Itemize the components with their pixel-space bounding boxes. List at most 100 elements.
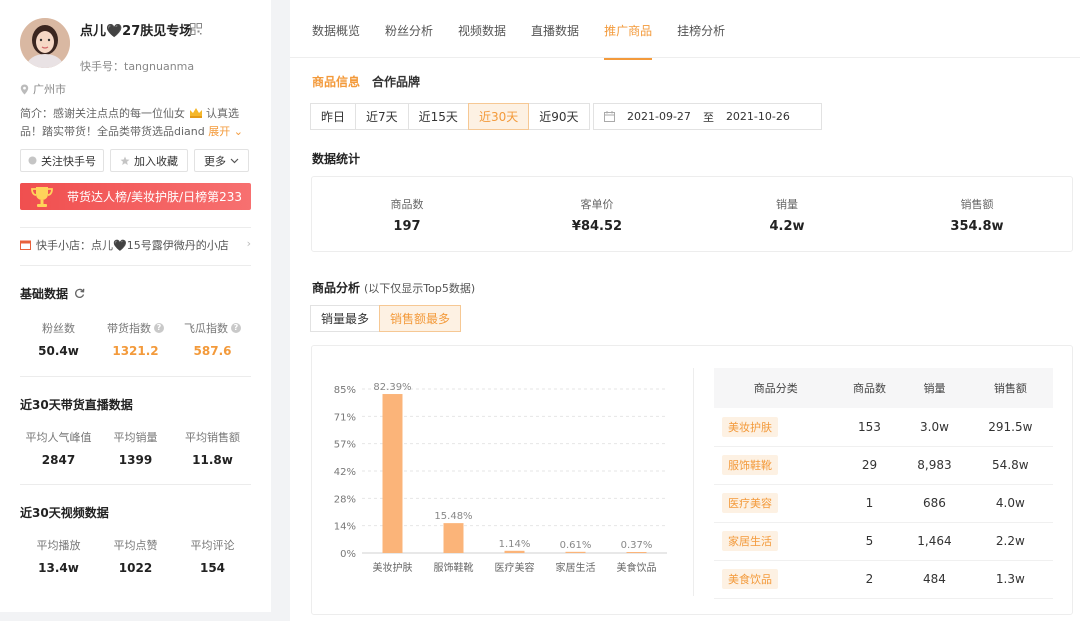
summary-product-count: 商品数 197 bbox=[390, 198, 424, 234]
bar bbox=[504, 550, 525, 553]
rank-banner-text: 带货达人榜/美妆护肤/日榜第233 bbox=[67, 190, 242, 204]
tab-videos[interactable]: 视频数据 bbox=[458, 22, 506, 39]
chevron-right-icon: › bbox=[246, 237, 251, 250]
x-tick-label: 服饰鞋靴 bbox=[434, 561, 474, 574]
range-7d[interactable]: 近7天 bbox=[355, 103, 409, 130]
stat-avg-plays: 平均播放 13.4w bbox=[36, 539, 81, 575]
summary-avg-price: 客单价 ¥84.52 bbox=[571, 198, 623, 234]
cell-count: 29 bbox=[837, 446, 902, 485]
category-tag[interactable]: 美食饮品 bbox=[722, 569, 778, 589]
range-15d[interactable]: 近15天 bbox=[407, 103, 469, 130]
data-label: 82.39% bbox=[373, 382, 411, 393]
stat-avg-sales: 平均销量 1399 bbox=[113, 431, 158, 467]
category-bar-chart: 0% 14% 28% 42% 57% 71% 85% 82.39% 美妆护肤 15.48% 服饰鞋靴… bbox=[334, 382, 667, 574]
stat-fans: 粉丝数 50.4w bbox=[38, 322, 79, 358]
y-tick-label: 14% bbox=[334, 522, 356, 533]
main-panel: 数据概览 粉丝分析 视频数据 直播数据 推广商品 挂榜分析 商品信息 合作品牌 … bbox=[290, 0, 1080, 621]
shop-text: 快手小店：点儿🖤15号露伊微丹的小店 bbox=[36, 239, 229, 252]
range-90d[interactable]: 近90天 bbox=[528, 103, 590, 130]
cell-revenue: 4.0w bbox=[967, 484, 1053, 523]
category-tag[interactable]: 医疗美容 bbox=[722, 493, 778, 513]
sort-by-revenue[interactable]: 销售额最多 bbox=[379, 305, 462, 332]
shop-link[interactable]: 快手小店：点儿🖤15号露伊微丹的小店 › bbox=[20, 237, 251, 253]
category-tag[interactable]: 家居生活 bbox=[722, 531, 778, 551]
help-icon[interactable]: ? bbox=[154, 323, 164, 333]
table-row: 医疗美容 1 686 4.0w bbox=[714, 484, 1053, 523]
bar bbox=[443, 523, 464, 553]
cell-revenue: 1.3w bbox=[967, 560, 1053, 599]
category-tag[interactable]: 服饰鞋靴 bbox=[722, 455, 778, 475]
stat-feigua-index: 飞瓜指数? 587.6 bbox=[174, 320, 251, 358]
range-30d[interactable]: 近30天 bbox=[467, 103, 530, 130]
video-stats: 平均播放 13.4w 平均点赞 1022 平均评论 154 bbox=[20, 537, 251, 575]
avatar-image bbox=[20, 18, 70, 68]
col-header-sales: 销量 bbox=[901, 368, 968, 408]
summary-stats: 商品数 197 客单价 ¥84.52 销量 4.2w 销售额 354.8w bbox=[311, 176, 1073, 252]
sort-by-sales[interactable]: 销量最多 bbox=[310, 305, 381, 332]
subtab-brands[interactable]: 合作品牌 bbox=[372, 73, 420, 90]
basic-stats: 粉丝数 50.4w 带货指数? 1321.2 飞瓜指数? 587.6 bbox=[20, 320, 251, 358]
avatar[interactable] bbox=[20, 18, 70, 68]
date-separator: 至 bbox=[702, 110, 714, 124]
cell-revenue: 54.8w bbox=[967, 446, 1053, 485]
bar bbox=[565, 551, 586, 553]
location: 广州市 bbox=[20, 81, 66, 97]
star-icon bbox=[120, 156, 130, 165]
profile-panel: 点儿🖤27肤见专场 快手号：tangnuanma 广州市 简介：感谢关注点点的每… bbox=[0, 0, 271, 612]
table-row: 美食饮品 2 484 1.3w bbox=[714, 560, 1053, 599]
y-tick-label: 0% bbox=[340, 549, 356, 560]
data-label: 1.14% bbox=[499, 539, 531, 550]
chevron-down-icon: ⌄ bbox=[233, 125, 243, 138]
kuaishou-id: 快手号：tangnuanma bbox=[80, 60, 195, 73]
table-row: 美妆护肤 153 3.0w 291.5w bbox=[714, 408, 1053, 447]
cell-sales: 484 bbox=[901, 560, 968, 599]
y-tick-label: 71% bbox=[334, 412, 356, 423]
stat-avg-comments: 平均评论 154 bbox=[190, 539, 235, 575]
tab-rankings[interactable]: 挂榜分析 bbox=[677, 22, 725, 39]
bio: 简介：感谢关注点点的每一位仙女 认真选品！踏实带货！全品类带货选品diand 展… bbox=[20, 105, 255, 141]
more-button[interactable]: 更多 bbox=[194, 149, 249, 172]
col-header-revenue: 销售额 bbox=[967, 368, 1053, 408]
date-start: 2021-09-27 bbox=[627, 110, 691, 123]
range-yesterday[interactable]: 昨日 bbox=[310, 103, 357, 130]
category-tag[interactable]: 美妆护肤 bbox=[722, 416, 778, 437]
data-label: 0.61% bbox=[560, 540, 592, 551]
favorite-button[interactable]: 加入收藏 bbox=[110, 149, 188, 172]
category-table: 商品分类 商品数 销量 销售额 美妆护肤 153 3.0w 291.5w 服饰鞋… bbox=[714, 368, 1053, 599]
shop-icon bbox=[20, 240, 31, 250]
divider bbox=[20, 227, 251, 228]
main-tabs: 数据概览 粉丝分析 视频数据 直播数据 推广商品 挂榜分析 bbox=[312, 22, 725, 60]
divider bbox=[20, 265, 251, 266]
divider bbox=[693, 368, 694, 596]
stat-peak-viewers: 平均人气峰值 2847 bbox=[25, 431, 92, 467]
cell-sales: 3.0w bbox=[901, 408, 968, 447]
crown-emoji-icon bbox=[189, 108, 202, 118]
cell-revenue: 291.5w bbox=[967, 408, 1053, 447]
tab-overview[interactable]: 数据概览 bbox=[312, 22, 360, 39]
bar bbox=[626, 552, 647, 553]
tab-promoted-products[interactable]: 推广商品 bbox=[604, 22, 653, 60]
tab-fans[interactable]: 粉丝分析 bbox=[385, 22, 433, 39]
bio-expand-link[interactable]: 展开 ⌄ bbox=[208, 125, 243, 138]
table-header-row: 商品分类 商品数 销量 销售额 bbox=[714, 368, 1053, 408]
cell-revenue: 2.2w bbox=[967, 522, 1053, 561]
trophy-icon bbox=[31, 187, 53, 207]
tab-live[interactable]: 直播数据 bbox=[531, 22, 579, 39]
stats-title: 数据统计 bbox=[312, 152, 361, 166]
date-range-selector: 昨日 近7天 近15天 近30天 近90天 bbox=[310, 103, 590, 130]
date-picker[interactable]: 2021-09-27 至 2021-10-26 bbox=[593, 103, 822, 130]
follow-icon bbox=[28, 156, 37, 165]
x-tick-label: 美食饮品 bbox=[617, 561, 657, 574]
data-label: 0.37% bbox=[621, 540, 653, 551]
follow-button[interactable]: 关注快手号 bbox=[20, 149, 104, 172]
help-icon[interactable]: ? bbox=[231, 323, 241, 333]
stat-avg-revenue: 平均销售额 11.8w bbox=[185, 431, 240, 467]
y-tick-label: 28% bbox=[334, 494, 356, 505]
calendar-icon bbox=[604, 111, 615, 122]
subtab-product-info[interactable]: 商品信息 bbox=[312, 73, 360, 90]
rank-banner[interactable]: 带货达人榜/美妆护肤/日榜第233 bbox=[20, 183, 251, 210]
analysis-title: 商品分析 (以下仅显示Top5数据) bbox=[312, 281, 476, 295]
qrcode-icon[interactable] bbox=[190, 23, 202, 35]
refresh-icon[interactable] bbox=[74, 288, 85, 299]
y-tick-label: 42% bbox=[334, 467, 356, 478]
